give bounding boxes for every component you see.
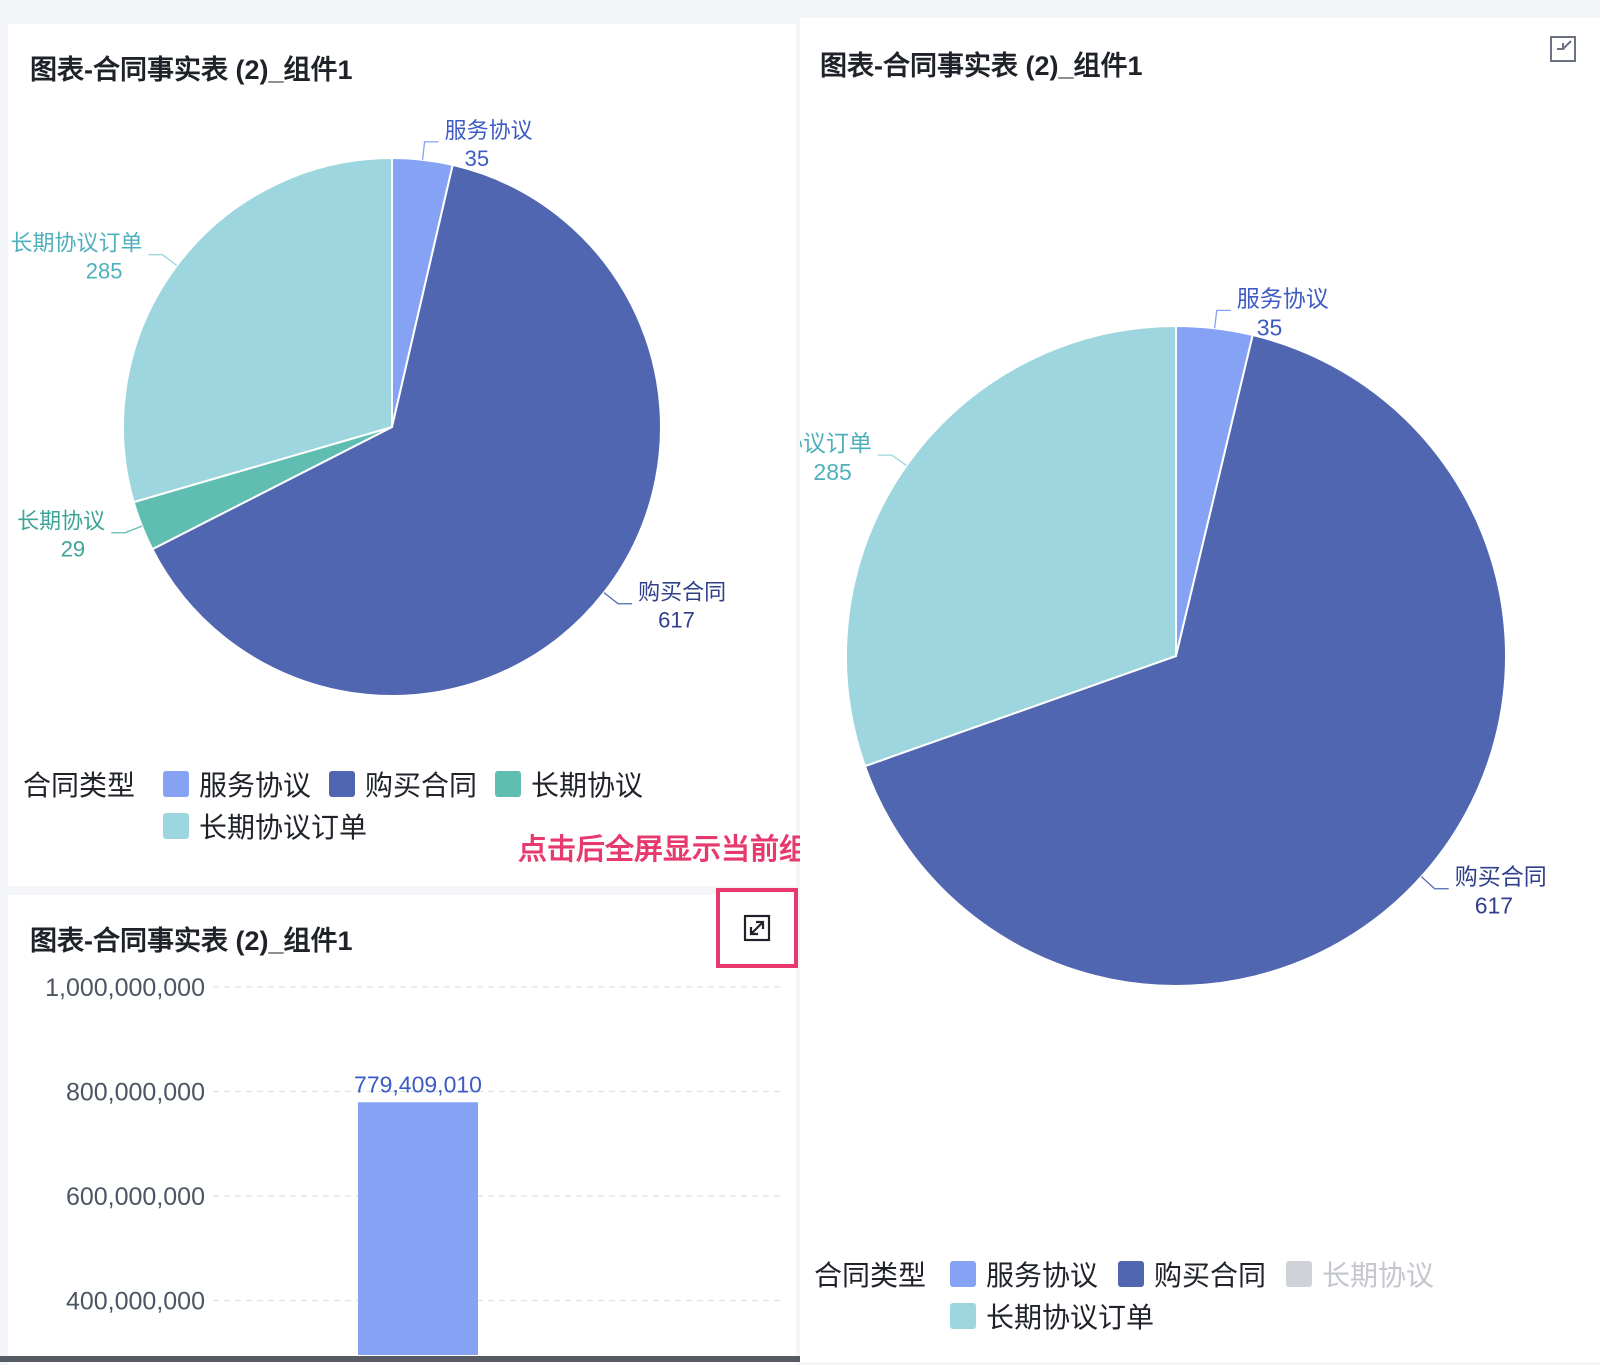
pie-slice-label: 长期协议订单 <box>10 231 142 256</box>
legend-swatch <box>495 771 521 797</box>
legend-swatch <box>1118 1261 1144 1287</box>
y-tick-label: 800,000,000 <box>66 1079 205 1107</box>
legend-swatch <box>950 1261 976 1287</box>
pie-slice-label: 购买合同 <box>638 580 726 605</box>
legend-item-longterm-order[interactable]: 长期协议订单 <box>950 1296 1154 1336</box>
chart-title: 图表-合同事实表 (2)_组件1 <box>820 51 1143 81</box>
pie-leader-line <box>148 254 178 267</box>
pie-slice-label: 服务协议 <box>445 118 533 143</box>
pie-chart-fullscreen-card: 图表-合同事实表 (2)_组件1 服务协议35购买合同617长期协议订单285 … <box>800 18 1600 1362</box>
legend-swatch <box>950 1303 976 1329</box>
pie-leader-line <box>111 525 143 534</box>
legend-swatch <box>329 771 355 797</box>
pie-leader-line <box>1420 876 1449 890</box>
legend-label: 购买合同 <box>1154 1260 1267 1291</box>
legend-swatch <box>1286 1261 1312 1287</box>
legend-label: 长期协议 <box>531 770 644 801</box>
legend-item-longterm[interactable]: 长期协议 <box>495 764 643 804</box>
legend-item-longterm-order[interactable]: 长期协议订单 <box>163 806 367 846</box>
pie-slice-value: 35 <box>465 146 489 171</box>
bar-chart: 1,000,000,000 800,000,000 600,000,000 400,0… <box>45 974 783 1355</box>
collapse-button[interactable] <box>1548 34 1578 64</box>
collapse-fullscreen-icon <box>1550 36 1576 62</box>
bar[interactable] <box>358 1102 478 1355</box>
pie-chart: 服务协议35购买合同617长期协议订单285 <box>800 285 1547 987</box>
pie-slice-value: 285 <box>86 259 123 284</box>
legend-item-service[interactable]: 服务协议 <box>163 764 311 804</box>
legend-title: 合同类型 <box>814 1260 927 1291</box>
legend-label: 长期协议 <box>1322 1260 1435 1291</box>
pie-leader-line <box>1213 309 1231 329</box>
legend-label: 长期协议订单 <box>199 812 368 843</box>
pie-slice-label: 长期协议 <box>17 509 105 534</box>
chart-title: 图表-合同事实表 (2)_组件1 <box>30 926 353 956</box>
pie-leader-line <box>877 454 907 467</box>
pie-leader-line <box>421 141 439 160</box>
pie-slice-value: 617 <box>658 608 695 633</box>
expand-button[interactable] <box>716 888 798 968</box>
legend-item-service[interactable]: 服务协议 <box>950 1254 1098 1294</box>
y-tick-label: 1,000,000,000 <box>45 974 205 1002</box>
legend-swatch <box>163 771 189 797</box>
annotation-text: 点击后全屏显示当前组件 <box>518 834 838 866</box>
pie-chart: 服务协议 35 购买合同 617 长期协议 29 长期协议订单 285 <box>10 118 726 697</box>
legend-item-purchase[interactable]: 购买合同 <box>329 764 477 804</box>
expand-fullscreen-icon <box>743 914 771 942</box>
legend-item-longterm[interactable]: 长期协议 <box>1286 1254 1434 1294</box>
chart-title: 图表-合同事实表 (2)_组件1 <box>30 55 353 85</box>
legend-label: 服务协议 <box>199 770 312 801</box>
legend-label: 服务协议 <box>986 1260 1099 1291</box>
pie-leader-line <box>603 592 633 605</box>
bar-chart-card: 图表-合同事实表 (2)_组件1 1,000,000,000 800,000,00… <box>8 895 796 1365</box>
legend-label: 购买合同 <box>365 770 478 801</box>
legend-label: 长期协议订单 <box>986 1302 1155 1333</box>
pie-slice-label: 长期协议订单 <box>800 430 872 456</box>
legend-swatch <box>163 813 189 839</box>
pie-slice-label: 服务协议 <box>1237 285 1329 311</box>
pie-slice-value: 285 <box>813 459 851 485</box>
y-tick-label: 400,000,000 <box>66 1288 205 1316</box>
pie-chart-card: 图表-合同事实表 (2)_组件1 服务协议 35 购买合同 617 长期协议 29 长期协议… <box>8 24 796 886</box>
pie-slice-label: 购买合同 <box>1455 864 1547 890</box>
bar-value-label: 779,409,010 <box>354 1071 482 1097</box>
y-tick-label: 600,000,000 <box>66 1183 205 1211</box>
legend-item-purchase[interactable]: 购买合同 <box>1118 1254 1266 1294</box>
legend-title: 合同类型 <box>23 770 136 801</box>
chart-legend: 合同类型 服务协议 购买合同 长期协议 长期协议订单 <box>814 1254 1594 1354</box>
pie-slice-value: 617 <box>1475 893 1513 919</box>
bottom-scrollbar <box>0 1356 800 1362</box>
pie-slice-value: 29 <box>61 537 85 562</box>
